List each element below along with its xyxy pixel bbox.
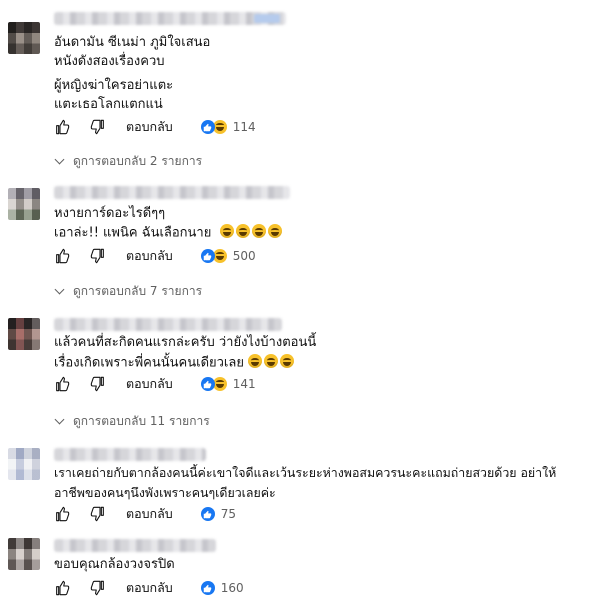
- thumbs-down-icon[interactable]: [90, 119, 106, 135]
- rofl-emoji-icon: [264, 354, 279, 368]
- comment-text-line: เอาล่ะ!! แพนิค ฉันเลือกนาย: [54, 225, 212, 241]
- view-replies-label: ดูการตอบกลับ 11 รายการ: [73, 414, 210, 428]
- reaction-count: 500: [232, 249, 256, 263]
- like-icon: [200, 581, 215, 595]
- reply-button[interactable]: ตอบกลับ: [126, 246, 173, 266]
- like-icon: [200, 249, 215, 263]
- reaction-summary[interactable]: 114: [200, 120, 256, 134]
- comment-actions: ตอบกลับ 75: [54, 504, 236, 524]
- reply-button[interactable]: ตอบกลับ: [126, 504, 173, 524]
- view-replies-button[interactable]: ดูการตอบกลับ 2 รายการ: [54, 152, 202, 171]
- view-replies-label: ดูการตอบกลับ 2 รายการ: [73, 154, 203, 168]
- rofl-emoji-group: [248, 353, 296, 373]
- comment-actions: ตอบกลับ 160: [54, 578, 244, 598]
- laughing-emoji-icon: [251, 224, 266, 238]
- avatar[interactable]: [8, 318, 40, 350]
- laughing-emoji-icon: [219, 224, 234, 238]
- thumbs-up-icon[interactable]: [54, 248, 70, 264]
- reaction-count: 114: [232, 120, 256, 134]
- reaction-count: 75: [220, 507, 237, 521]
- comment-text-line: ขอบคุณกล้องวงจรปิด: [54, 557, 175, 572]
- author-name-blurred[interactable]: [54, 539, 216, 552]
- avatar[interactable]: [8, 188, 40, 220]
- laughing-emoji-icon: [267, 224, 282, 238]
- comment-text-line: อันดามัน ซีเนม่า ภูมิใจเสนอ: [54, 35, 211, 50]
- comment-text-line-with-emoji: เรื่องเกิดเพราะพี่คนนั้นคนเดียวเลย: [54, 353, 296, 374]
- thumbs-down-icon[interactable]: [90, 506, 106, 522]
- chevron-down-icon: [54, 414, 65, 425]
- comment-text-line: หงายการ์ดอะไรดีๆๆ: [54, 206, 166, 221]
- like-icon: [200, 120, 215, 134]
- reaction-count: 141: [232, 377, 256, 391]
- view-replies-label: ดูการตอบกลับ 7 รายการ: [73, 284, 203, 298]
- comment-text-line: หนังดังสองเรื่องควบ: [54, 54, 165, 69]
- reaction-summary[interactable]: 160: [200, 581, 244, 595]
- thumbs-up-icon[interactable]: [54, 580, 70, 596]
- avatar[interactable]: [8, 448, 40, 480]
- thumbs-down-icon[interactable]: [90, 248, 106, 264]
- reaction-summary[interactable]: 500: [200, 249, 256, 263]
- avatar[interactable]: [8, 538, 40, 570]
- comment-actions: ตอบกลับ 500: [54, 246, 256, 266]
- author-name-blurred[interactable]: [54, 448, 206, 461]
- comment-text-line: เรื่องเกิดเพราะพี่คนนั้นคนเดียวเลย: [54, 355, 244, 371]
- comment-text-line-with-emoji: เอาล่ะ!! แพนิค ฉันเลือกนาย: [54, 223, 284, 244]
- rofl-emoji-icon: [248, 354, 263, 368]
- like-icon: [200, 507, 215, 521]
- author-name-blurred[interactable]: [54, 12, 286, 25]
- comment-text-line: อาชีพของคนๆนึงพังเพราะคนๆเดียวเลยค่ะ: [54, 485, 276, 500]
- laughing-emoji-icon: [235, 224, 250, 238]
- thumbs-up-icon[interactable]: [54, 506, 70, 522]
- comment-actions: ตอบกลับ 114: [54, 117, 256, 137]
- view-replies-button[interactable]: ดูการตอบกลับ 7 รายการ: [54, 282, 202, 301]
- thumbs-up-icon[interactable]: [54, 119, 70, 135]
- reaction-summary[interactable]: 141: [200, 377, 256, 391]
- comment-text-line: แล้วคนที่สะกิดคนแรกล่ะครับ ว่ายังไงบ้างต…: [54, 335, 317, 350]
- author-name-blurred[interactable]: [54, 186, 290, 199]
- reply-button[interactable]: ตอบกลับ: [126, 578, 173, 598]
- comment-actions: ตอบกลับ 141: [54, 374, 256, 394]
- comment-text-line: ผู้หญิงฆ่าใครอย่าแตะ: [54, 78, 174, 93]
- reply-button[interactable]: ตอบกลับ: [126, 374, 173, 394]
- comment-text-line: เราเคยถ่ายกับตากล้องคนนี้ค่ะเขาใจดีและเว…: [54, 465, 557, 480]
- comment-text-line: แตะเธอโลกแตกแน่: [54, 97, 163, 112]
- rofl-emoji-icon: [280, 354, 295, 368]
- reaction-summary[interactable]: 75: [200, 507, 237, 521]
- chevron-down-icon: [54, 284, 65, 295]
- reaction-count: 160: [220, 581, 244, 595]
- laughing-emoji-group: [219, 223, 284, 243]
- avatar[interactable]: [8, 22, 40, 54]
- like-icon: [200, 377, 215, 391]
- haha-icon: [212, 377, 227, 391]
- view-replies-button[interactable]: ดูการตอบกลับ 11 รายการ: [54, 412, 210, 431]
- haha-icon: [212, 249, 227, 263]
- thumbs-down-icon[interactable]: [90, 376, 106, 392]
- chevron-down-icon: [54, 154, 65, 165]
- author-name-blurred[interactable]: [54, 318, 282, 331]
- thumbs-down-icon[interactable]: [90, 580, 106, 596]
- reply-button[interactable]: ตอบกลับ: [126, 117, 173, 137]
- haha-icon: [212, 120, 227, 134]
- thumbs-up-icon[interactable]: [54, 376, 70, 392]
